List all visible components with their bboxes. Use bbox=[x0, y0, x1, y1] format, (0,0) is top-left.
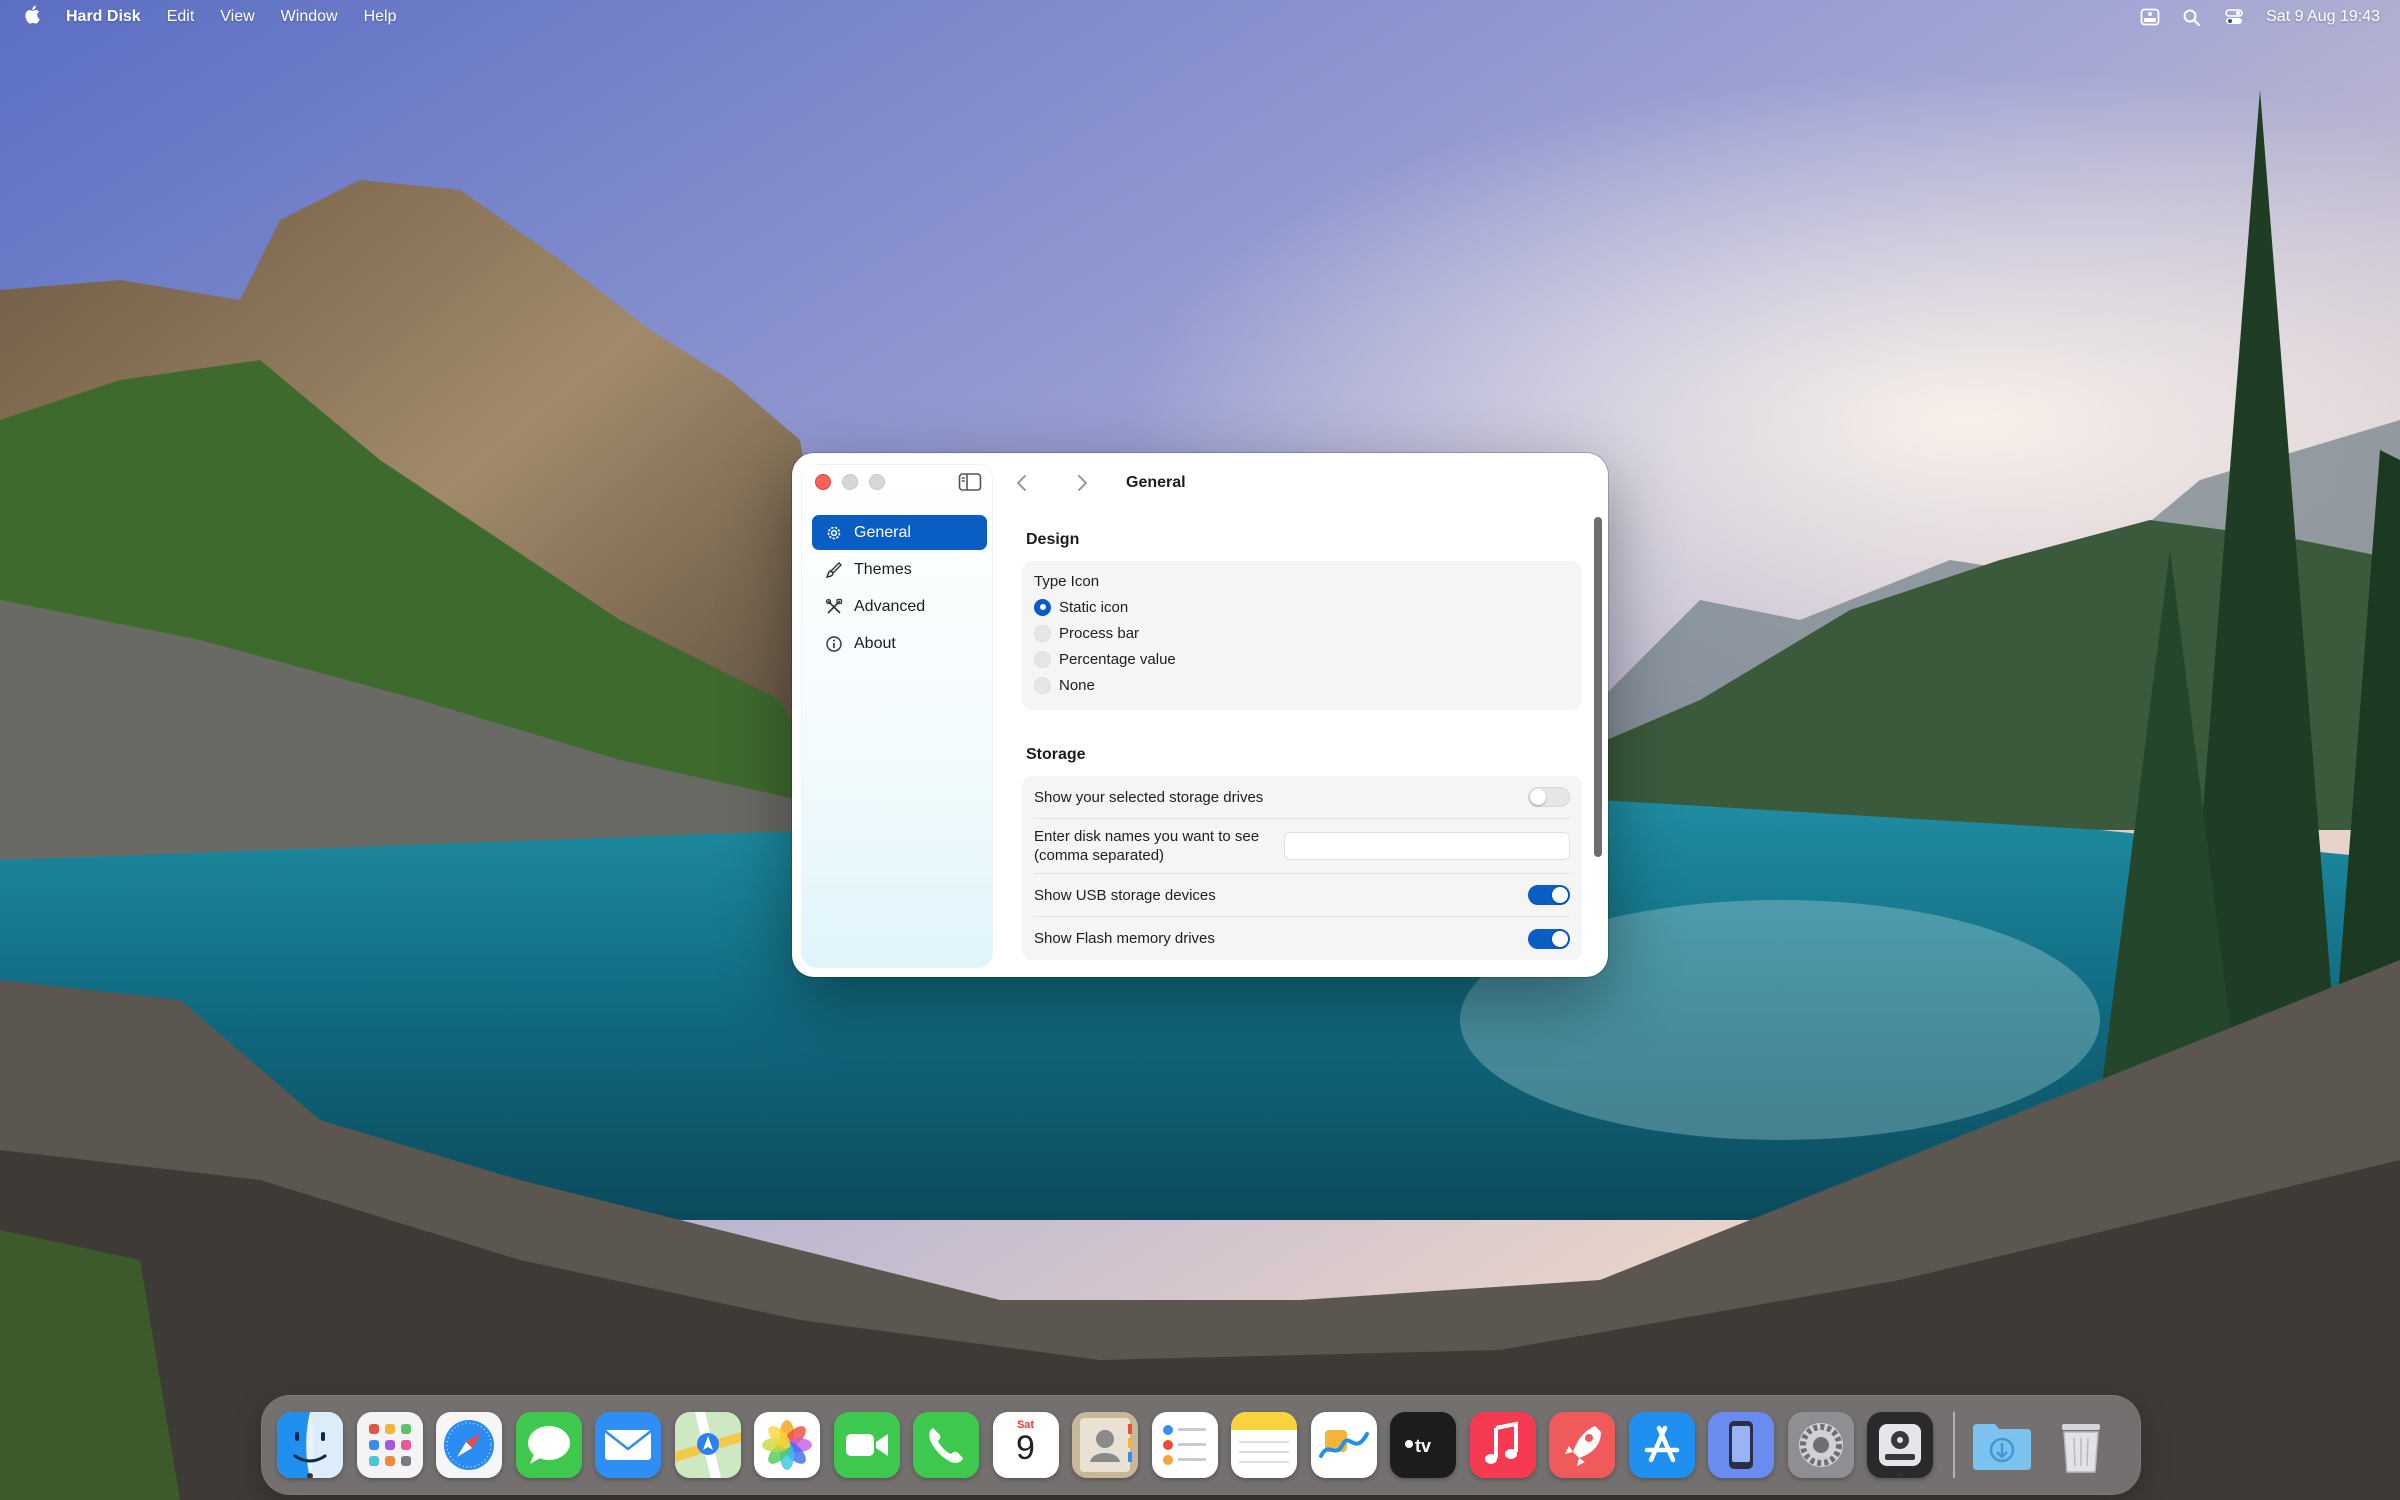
radio-label: Percentage value bbox=[1059, 650, 1176, 668]
phone-icon[interactable] bbox=[913, 1412, 979, 1478]
app-name-menu[interactable]: Hard Disk bbox=[66, 8, 141, 26]
window-toolbar: General bbox=[1010, 465, 1186, 501]
facetime-icon[interactable] bbox=[833, 1412, 900, 1478]
running-indicator bbox=[1897, 1473, 1903, 1478]
menu-bar-clock[interactable]: Sat 9 Aug 19:43 bbox=[2266, 8, 2380, 26]
brush-icon bbox=[825, 561, 843, 579]
setting-label: Show USB storage devices bbox=[1034, 886, 1216, 904]
view-menu[interactable]: View bbox=[220, 8, 254, 26]
downloads-folder-icon[interactable] bbox=[1969, 1412, 2035, 1478]
spotlight-search-icon[interactable] bbox=[2182, 8, 2202, 26]
show-flash-toggle[interactable] bbox=[1528, 928, 1570, 949]
toolbar-title: General bbox=[1126, 474, 1186, 491]
setting-row-disk-names: Enter disk names you want to see (comma … bbox=[1034, 819, 1570, 874]
sidebar-item-label: About bbox=[854, 634, 896, 652]
forward-button[interactable] bbox=[1070, 471, 1094, 495]
setting-label: Show your selected storage drives bbox=[1034, 788, 1264, 806]
design-section-title: Design bbox=[1026, 531, 1080, 548]
sidebar-toggle-icon[interactable] bbox=[958, 472, 982, 492]
setting-label: Enter disk names you want to see (comma … bbox=[1034, 827, 1259, 865]
dock-separator bbox=[1952, 1412, 1955, 1478]
radio-static-icon[interactable]: Static icon bbox=[1034, 594, 1570, 620]
sidebar-item-about[interactable]: About bbox=[812, 626, 987, 661]
messages-icon[interactable] bbox=[515, 1412, 582, 1478]
sidebar-item-label: Advanced bbox=[854, 597, 926, 615]
radio-button[interactable] bbox=[1034, 624, 1051, 642]
radio-button[interactable] bbox=[1034, 676, 1051, 694]
contacts-icon[interactable] bbox=[1072, 1412, 1138, 1478]
sidebar-item-label: Themes bbox=[854, 560, 912, 578]
music-icon[interactable] bbox=[1469, 1412, 1536, 1478]
sidebar-item-advanced[interactable]: Advanced bbox=[812, 589, 987, 624]
info-icon bbox=[825, 635, 843, 653]
simulator-icon[interactable] bbox=[1708, 1412, 1774, 1478]
radio-none[interactable]: None bbox=[1034, 672, 1570, 698]
system-settings-icon[interactable] bbox=[1787, 1412, 1854, 1478]
sidebar-item-general[interactable]: General bbox=[812, 515, 987, 550]
setting-label: Show Flash memory drives bbox=[1034, 930, 1215, 947]
disk-names-label-line2: (comma separated) bbox=[1034, 847, 1165, 864]
radio-button[interactable] bbox=[1034, 598, 1051, 616]
settings-content: Design Type Icon Static icon Process bar… bbox=[1022, 531, 1582, 960]
radio-label: Process bar bbox=[1059, 624, 1140, 642]
hard-disk-status-icon[interactable] bbox=[2140, 8, 2160, 26]
freeform-icon[interactable] bbox=[1310, 1412, 1377, 1478]
show-usb-toggle[interactable] bbox=[1528, 885, 1570, 905]
show-selected-drives-toggle[interactable] bbox=[1528, 787, 1570, 807]
launchpad-icon[interactable] bbox=[356, 1412, 423, 1478]
close-window-button[interactable] bbox=[815, 474, 831, 490]
help-menu[interactable]: Help bbox=[364, 8, 397, 26]
menu-bar: Hard Disk Edit View Window Help Sat 9 Au… bbox=[0, 0, 2400, 34]
tools-icon bbox=[825, 598, 843, 616]
radio-percentage-value[interactable]: Percentage value bbox=[1034, 646, 1570, 672]
edit-menu[interactable]: Edit bbox=[167, 8, 195, 26]
disk-names-label-line1: Enter disk names you want to see bbox=[1034, 828, 1260, 845]
radio-label: Static icon bbox=[1059, 598, 1129, 616]
window-controls bbox=[815, 474, 896, 490]
mail-icon[interactable] bbox=[595, 1412, 661, 1478]
control-center-icon[interactable] bbox=[2224, 8, 2244, 26]
radio-button[interactable] bbox=[1034, 650, 1051, 668]
settings-window: General Themes Advanced About General De… bbox=[792, 453, 1608, 977]
type-icon-group: Type Icon Static icon Process bar Percen… bbox=[1022, 561, 1582, 710]
apple-menu-icon[interactable] bbox=[24, 5, 40, 29]
sidebar-nav: General Themes Advanced About bbox=[812, 515, 987, 663]
apple-tv-icon[interactable]: tv bbox=[1390, 1412, 1456, 1478]
finder-icon[interactable] bbox=[277, 1412, 343, 1478]
calendar-icon[interactable]: Sat 9 bbox=[992, 1412, 1059, 1478]
radio-label: None bbox=[1059, 676, 1095, 694]
radio-process-bar[interactable]: Process bar bbox=[1034, 620, 1570, 646]
gear-icon bbox=[825, 524, 843, 542]
minimize-window-button[interactable] bbox=[842, 474, 858, 490]
dock: Sat 9 tv bbox=[262, 1396, 2140, 1494]
sidebar-item-label: General bbox=[854, 523, 911, 541]
type-icon-label: Type Icon bbox=[1034, 573, 1100, 590]
safari-icon[interactable] bbox=[436, 1412, 502, 1478]
photos-icon[interactable] bbox=[754, 1412, 820, 1478]
maps-icon[interactable] bbox=[674, 1412, 741, 1478]
setting-row-usb: Show USB storage devices bbox=[1034, 874, 1570, 917]
storage-group: Show your selected storage drives Enter … bbox=[1022, 776, 1582, 960]
notes-icon[interactable] bbox=[1231, 1412, 1297, 1478]
app-store-icon[interactable] bbox=[1628, 1412, 1695, 1478]
svg-text:tv: tv bbox=[1415, 1436, 1431, 1456]
running-indicator bbox=[307, 1473, 313, 1478]
setting-row-selected-drives: Show your selected storage drives bbox=[1034, 776, 1570, 819]
back-button[interactable] bbox=[1010, 471, 1034, 495]
setting-row-flash: Show Flash memory drives bbox=[1034, 917, 1570, 960]
rocket-icon[interactable] bbox=[1549, 1412, 1615, 1478]
calendar-day: 9 bbox=[1016, 1429, 1035, 1467]
hard-disk-icon[interactable] bbox=[1867, 1412, 1933, 1478]
disk-names-input[interactable] bbox=[1284, 832, 1570, 860]
content-scrollbar[interactable] bbox=[1594, 517, 1602, 857]
trash-icon[interactable] bbox=[2048, 1412, 2114, 1478]
zoom-window-button[interactable] bbox=[869, 474, 885, 490]
sidebar-item-themes[interactable]: Themes bbox=[812, 552, 987, 587]
storage-section-title: Storage bbox=[1026, 746, 1086, 763]
reminders-icon[interactable] bbox=[1151, 1412, 1218, 1478]
window-menu[interactable]: Window bbox=[281, 8, 338, 26]
